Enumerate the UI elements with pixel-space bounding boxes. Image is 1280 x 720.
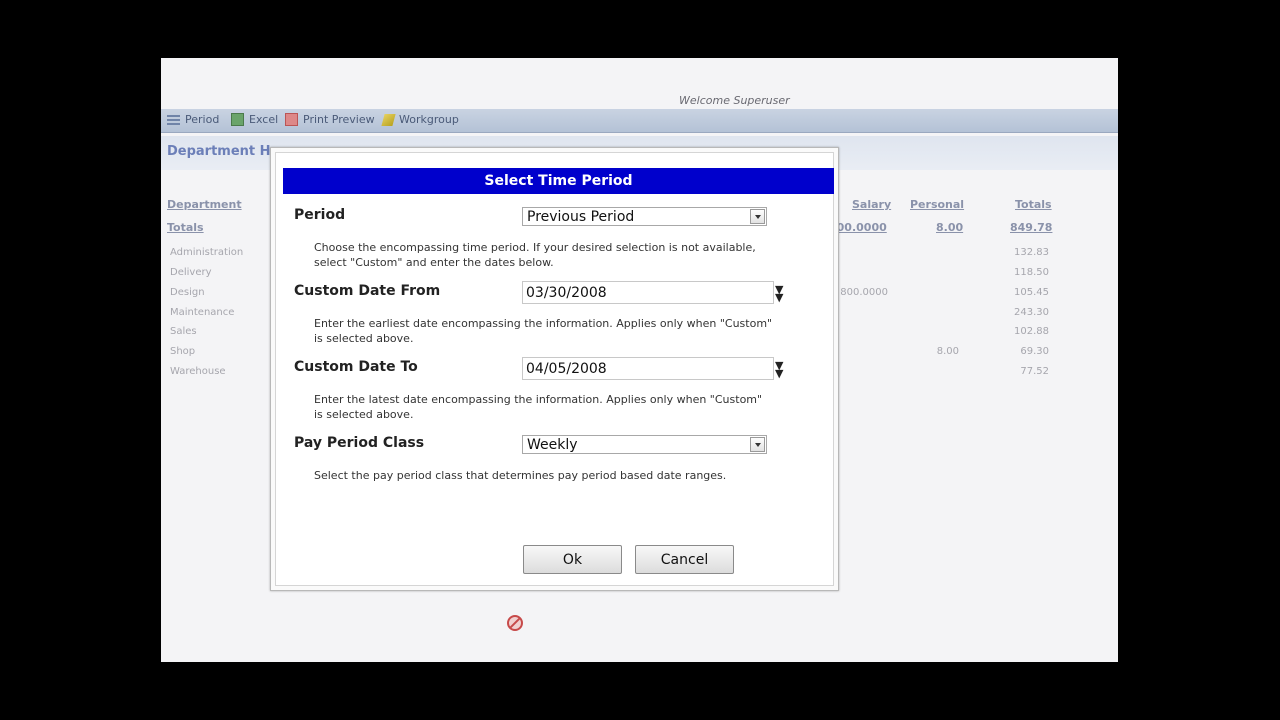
toolbar-period-label: Period — [185, 113, 220, 126]
table-row-totals: 77.52 — [1020, 366, 1049, 377]
toolbar-workgroup-label: Workgroup — [399, 113, 459, 126]
table-row-department: Delivery — [170, 267, 212, 278]
toolbar-print-preview-label: Print Preview — [303, 113, 375, 126]
toolbar-workgroup[interactable]: Workgroup — [381, 113, 459, 126]
date-to-picker-icon[interactable]: ▼ ▼ — [775, 360, 783, 379]
period-select-value: Previous Period — [527, 209, 635, 225]
excel-icon — [231, 113, 244, 126]
pay-period-select-value: Weekly — [527, 437, 578, 453]
table-row-totals: 102.88 — [1014, 326, 1049, 337]
col-totals[interactable]: Totals — [1015, 198, 1052, 211]
table-row-totals: 243.30 — [1014, 307, 1049, 318]
prohibited-icon — [507, 615, 523, 631]
menu-icon — [167, 114, 180, 125]
pay-period-help: Select the pay period class that determi… — [314, 469, 727, 482]
table-row-personal: 8.00 — [936, 346, 959, 357]
pay-period-label: Pay Period Class — [294, 435, 425, 451]
date-to-help: Enter the latest date encompassing the i… — [314, 393, 763, 421]
period-select[interactable]: Previous Period — [522, 207, 767, 226]
col-personal[interactable]: Personal — [910, 198, 964, 211]
table-row-department: Design — [170, 287, 205, 298]
period-help: Choose the encompassing time period. If … — [314, 241, 756, 269]
dialog-title: Select Time Period — [283, 168, 834, 194]
toolbar: Period Excel Print Preview Workgroup — [161, 109, 1118, 133]
table-row-department: Administration — [170, 247, 244, 258]
dropdown-arrow-icon[interactable] — [750, 209, 765, 224]
table-row-department: Sales — [170, 326, 197, 337]
table-row-totals: 118.50 — [1014, 267, 1049, 278]
dropdown-arrow-icon[interactable] — [750, 437, 765, 452]
table-row-department: Warehouse — [170, 366, 226, 377]
date-from-help: Enter the earliest date encompassing the… — [314, 317, 773, 345]
date-from-label: Custom Date From — [294, 283, 441, 299]
col-department[interactable]: Department — [167, 198, 242, 211]
date-from-input[interactable]: 03/30/2008 — [522, 281, 774, 304]
totals-label[interactable]: Totals — [167, 221, 204, 234]
totals-personal: 8.00 — [936, 221, 964, 234]
pay-period-select[interactable]: Weekly — [522, 435, 767, 454]
table-row-totals: 105.45 — [1014, 287, 1049, 298]
col-salary[interactable]: Salary — [852, 198, 891, 211]
toolbar-period[interactable]: Period — [167, 113, 219, 126]
workgroup-icon — [381, 113, 396, 126]
toolbar-print-preview[interactable]: Print Preview — [285, 113, 375, 126]
table-row-totals: 69.30 — [1020, 346, 1049, 357]
table-row-department: Shop — [170, 346, 196, 357]
welcome-text: Welcome Superuser — [679, 94, 790, 107]
cancel-button[interactable]: Cancel — [635, 545, 734, 574]
table-row-totals: 132.83 — [1014, 247, 1049, 258]
date-from-picker-icon[interactable]: ▼ ▼ — [775, 284, 783, 303]
period-label: Period — [294, 207, 346, 223]
toolbar-excel-label: Excel — [249, 113, 279, 126]
ok-button[interactable]: Ok — [523, 545, 622, 574]
table-row-department: Maintenance — [170, 307, 235, 318]
totals-totals: 849.78 — [1010, 221, 1053, 234]
select-time-period-dialog: Select Time Period Period Previous Perio… — [270, 147, 839, 591]
date-to-input[interactable]: 04/05/2008 — [522, 357, 774, 380]
date-to-label: Custom Date To — [294, 359, 418, 375]
toolbar-excel[interactable]: Excel — [231, 113, 278, 126]
print-preview-icon — [285, 113, 298, 126]
